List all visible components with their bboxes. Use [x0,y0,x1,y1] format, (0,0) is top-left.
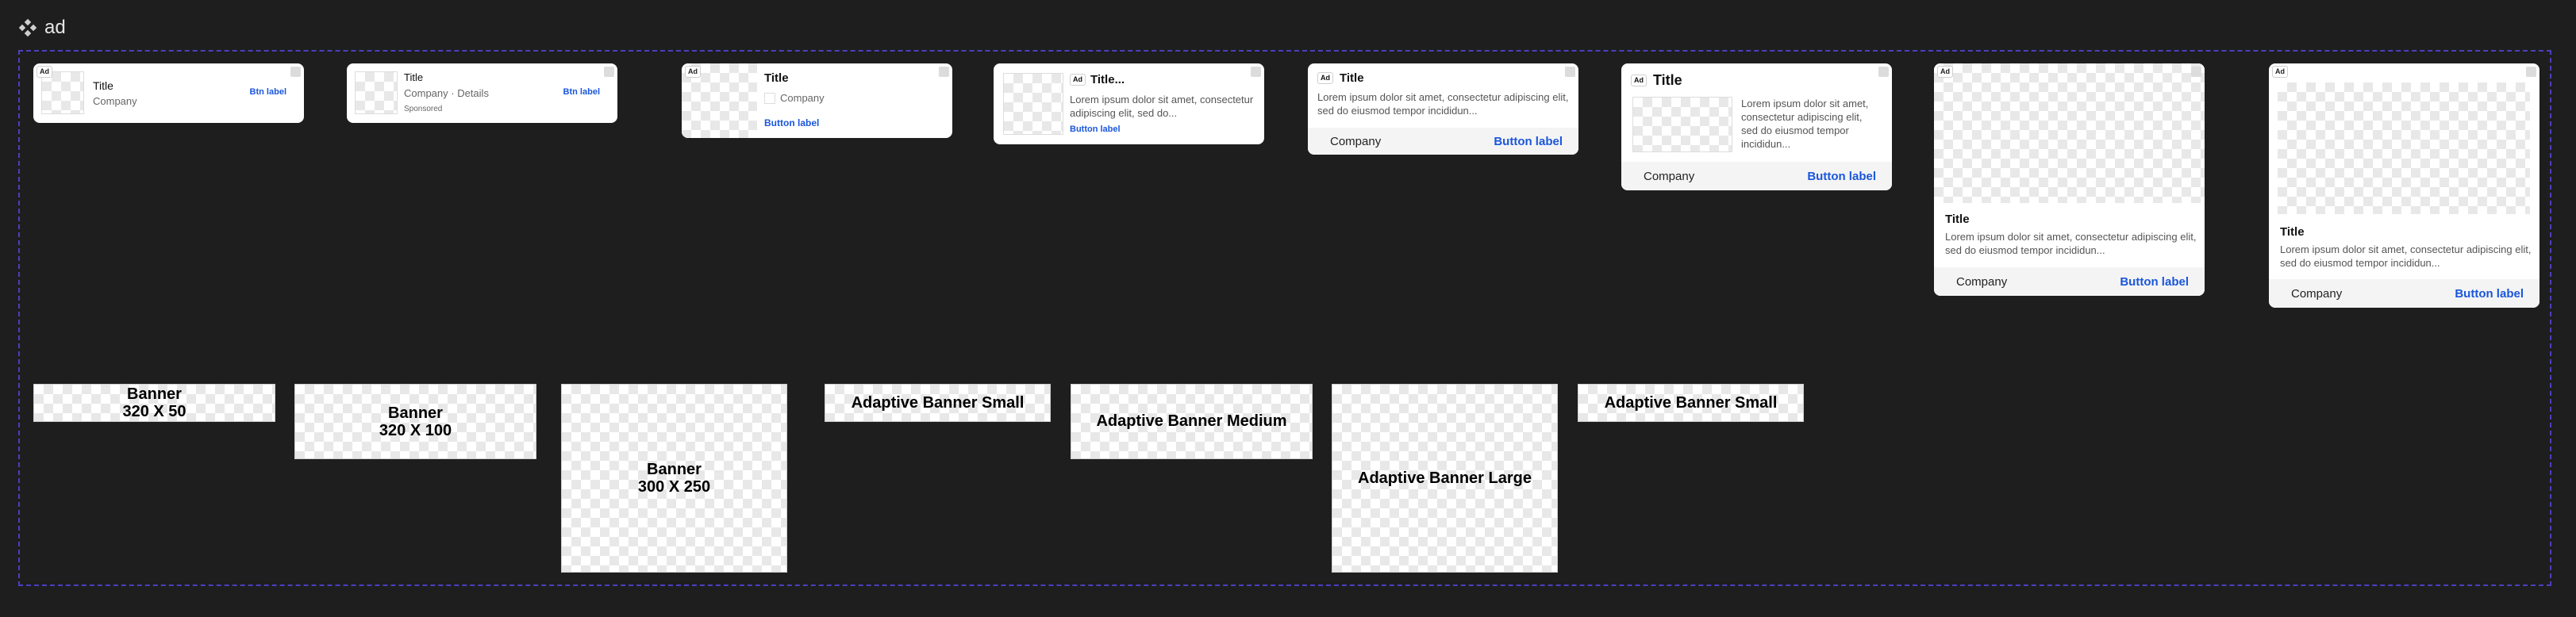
ad-button[interactable]: Button label [1070,125,1121,134]
ad-title-row: Ad Title [1631,72,1682,89]
ad-image [1934,63,2205,203]
ad-body: Lorem ipsum dolor sit amet, consectetur … [1070,94,1254,119]
more-icon[interactable] [1878,67,1889,77]
frame-name: ad [44,17,66,38]
banner-label-line1: Banner [647,461,702,478]
ad-footer: Company Button label [1621,162,1892,190]
company-logo [764,92,775,104]
ad-title: Title [1653,72,1682,88]
more-icon[interactable] [1251,67,1261,77]
banner-label: Adaptive Banner Small [851,393,1025,412]
adaptive-banner-large[interactable]: Adaptive Banner Large [1332,384,1558,573]
ad-badge: Ad [1070,74,1086,86]
ad-button[interactable]: Button label [1807,170,1876,183]
more-icon[interactable] [939,67,949,77]
ad-company: Company [1330,134,1382,148]
ad-button[interactable]: Button label [2120,275,2189,289]
ad-company-details: Company · Details [404,87,489,99]
ad-button[interactable]: Button label [2455,287,2524,301]
native-ad-medium[interactable]: Ad Title Company Button label [682,63,952,138]
banner-320x50[interactable]: Banner 320 X 50 [33,384,275,422]
ad-title: Title [93,79,113,92]
native-ad-footer[interactable]: Ad Title Lorem ipsum dolor sit amet, con… [1308,63,1578,155]
banner-label: Adaptive Banner Small [1604,393,1778,412]
ad-body: Lorem ipsum dolor sit amet, consectetur … [1945,231,2197,256]
ad-company: Company [1644,169,1695,183]
ad-company: Company [2291,286,2343,301]
more-icon[interactable] [2526,67,2536,77]
ad-title-row: Ad Title... [1070,73,1125,86]
native-ad-xl[interactable]: Ad Title Lorem ipsum dolor sit amet, con… [1934,63,2205,296]
ad-thumbnail [355,71,398,114]
banner-label: Banner 320 X 50 [122,385,186,420]
component-icon [19,19,37,36]
ad-thumbnail [1003,73,1063,135]
ad-badge: Ad [1317,72,1333,84]
banner-320x100[interactable]: Banner 320 X 100 [294,384,536,459]
ad-company-row: Company [764,92,825,104]
ad-badge: Ad [2272,66,2288,78]
more-icon[interactable] [290,67,301,77]
banner-label-line1: Banner [127,385,182,403]
ad-image [1632,97,1732,152]
more-icon[interactable] [604,67,614,77]
ad-details: · Details [451,87,489,99]
ad-footer: Company Button label [1934,267,2205,296]
banner-label-line2: 320 X 50 [122,403,186,420]
ad-badge: Ad [685,66,701,78]
ad-button[interactable]: Button label [764,117,819,128]
ad-body: Lorem ipsum dolor sit amet, consectetur … [1317,91,1569,117]
native-ad-large[interactable]: Ad Title Lorem ipsum dolor sit amet, con… [1621,63,1892,190]
adaptive-banner-small[interactable]: Adaptive Banner Small [825,384,1051,422]
native-ad-small[interactable]: Ad Title Company Btn label [33,63,304,123]
ad-body: Lorem ipsum dolor sit amet, consectetur … [2280,243,2532,269]
ad-image [2278,82,2530,214]
ad-button[interactable]: Btn label [250,87,286,97]
native-ad-small-details[interactable]: Title Company · Details Sponsored Btn la… [347,63,617,123]
banner-label: Adaptive Banner Large [1358,469,1532,487]
ad-company: Company [93,95,137,107]
ad-body: Lorem ipsum dolor sit amet, consectetur … [1741,98,1869,150]
ad-badge: Ad [1937,66,1953,78]
banner-label-line2: 320 X 100 [379,421,452,439]
native-ad-medium-body[interactable]: Ad Title... Lorem ipsum dolor sit amet, … [994,63,1264,144]
banner-300x250[interactable]: Banner 300 X 250 [561,384,787,573]
ad-thumbnail [41,71,84,114]
ad-title: Title... [1090,73,1125,86]
ad-company: Company [404,87,448,99]
banner-label: Banner 300 X 250 [638,461,710,496]
ad-button[interactable]: Btn label [563,87,600,97]
ad-title: Title [1340,71,1364,85]
ad-badge: Ad [1631,75,1647,86]
adaptive-banner-medium[interactable]: Adaptive Banner Medium [1071,384,1313,459]
more-icon[interactable] [2191,67,2201,77]
ad-company: Company [780,92,825,104]
native-ad-xl-2[interactable]: Ad Title Lorem ipsum dolor sit amet, con… [2269,63,2539,308]
banner-label: Adaptive Banner Medium [1096,412,1287,430]
ad-footer: Company Button label [1308,128,1578,155]
ad-footer: Company Button label [2269,279,2539,308]
ad-company: Company [1956,274,2008,289]
ad-button[interactable]: Button label [1494,135,1563,148]
banner-label: Banner 320 X 100 [379,404,452,439]
ad-title: Title [2280,225,2305,239]
banner-label-line1: Banner [388,404,443,422]
ad-badge: Ad [37,66,52,78]
ad-title: Title [764,71,789,85]
ad-title-row: Ad Title [1317,71,1364,85]
more-icon[interactable] [1565,67,1575,77]
banner-label-line2: 300 X 250 [637,478,711,496]
adaptive-banner-small-2[interactable]: Adaptive Banner Small [1578,384,1804,422]
ad-title: Title [1945,213,1970,226]
frame-header[interactable]: ad [19,16,66,40]
ad-sponsored: Sponsored [404,105,443,113]
ad-title: Title [404,71,424,83]
